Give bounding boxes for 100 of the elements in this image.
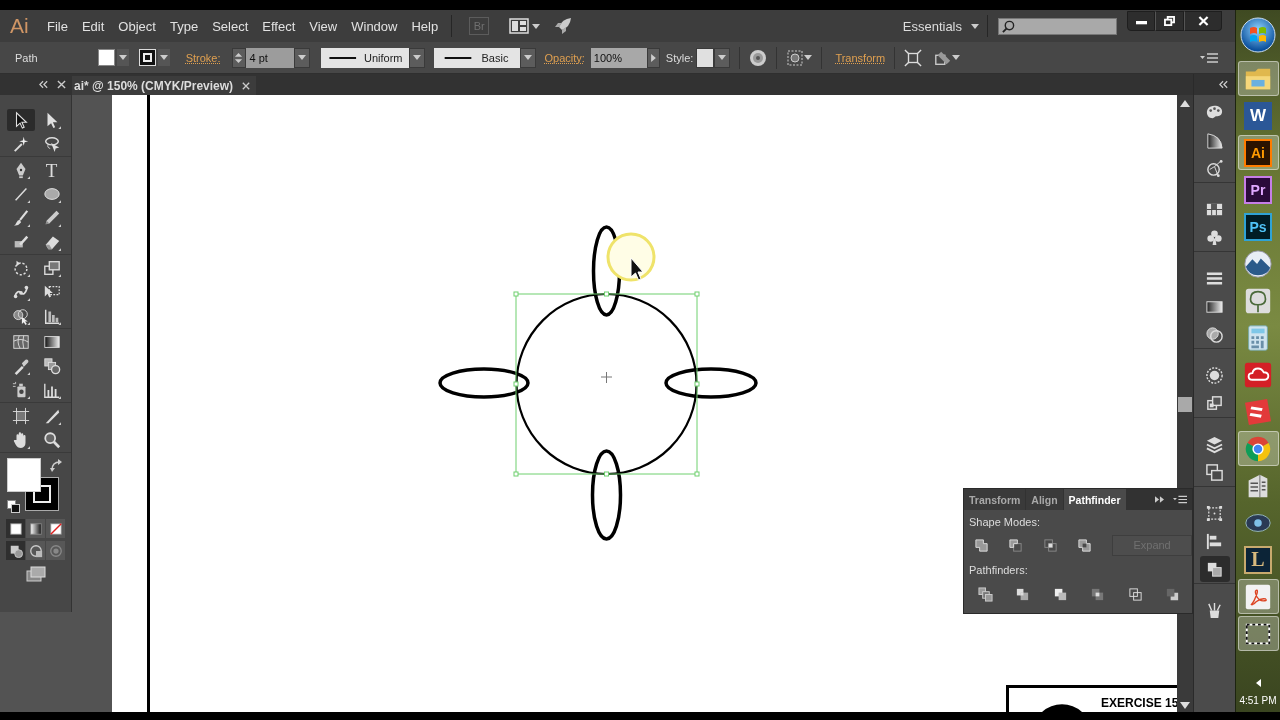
fill-swatch[interactable]: [97, 49, 115, 66]
window-layout-icon[interactable]: [509, 18, 530, 34]
menu-item[interactable]: Effect: [255, 14, 303, 38]
double-arrow-icon[interactable]: [1155, 496, 1164, 503]
artboards-icon: [1205, 462, 1224, 482]
globe-mountain-icon: [1243, 248, 1273, 279]
zoom-icon: [42, 431, 61, 449]
caret-icon[interactable]: [952, 55, 961, 60]
app-logo: Ps: [1244, 212, 1272, 241]
gradient-icon: [42, 333, 61, 351]
close-button[interactable]: [1184, 11, 1222, 31]
start-orb-icon: [1240, 17, 1276, 53]
caret-icon[interactable]: [532, 23, 541, 29]
dropdown-button[interactable]: [157, 49, 170, 66]
stepped-bars-icon: [42, 307, 61, 325]
stacked-windows-icon[interactable]: [24, 566, 47, 582]
stroke-weight-field[interactable]: 4 pt: [245, 47, 294, 68]
double-chevron-icon[interactable]: [39, 80, 48, 89]
club-icon: [1205, 227, 1224, 247]
menu-item[interactable]: View: [302, 14, 345, 38]
transform-link[interactable]: Transform: [835, 51, 886, 64]
opacity-field[interactable]: 100%: [590, 47, 647, 68]
blend-icon: [42, 357, 61, 375]
column-graph-icon: [42, 381, 61, 399]
caret-icon: [118, 55, 127, 60]
merged-squares-icon: [1052, 586, 1068, 602]
menu-item[interactable]: Edit: [74, 14, 112, 38]
caret-icon: [297, 55, 306, 60]
magic-wand-icon: [11, 135, 30, 153]
spinner-button[interactable]: [231, 47, 246, 68]
panel-tab[interactable]: Align: [1026, 489, 1063, 510]
menu-item[interactable]: Object: [111, 14, 163, 38]
merged-squares-icon: [973, 537, 989, 553]
menu-item[interactable]: Window: [344, 14, 405, 38]
scale-squares-icon: [42, 259, 61, 277]
mouse-pointer-icon: [606, 232, 656, 282]
dotted-circle-icon: [1205, 365, 1224, 385]
dropdown-button[interactable]: [714, 47, 731, 68]
corner-arrows-icon[interactable]: [904, 48, 923, 67]
artboard-icon: [11, 407, 30, 425]
stroke-link[interactable]: Stroke:: [185, 51, 221, 64]
minimize-button[interactable]: [1127, 11, 1155, 31]
color-mode-button[interactable]: [6, 519, 25, 538]
clock: 4:51 PM: [1239, 695, 1277, 706]
section-label: Pathfinders:: [969, 563, 1029, 577]
style-swatch[interactable]: [696, 47, 715, 68]
lasso-icon: [42, 135, 61, 153]
document-tab[interactable]: ai* @ 150% (CMYK/Preview): [72, 76, 257, 95]
taskbar-button[interactable]: [1237, 616, 1279, 651]
scroll-down-icon[interactable]: [1180, 702, 1190, 709]
menu-item[interactable]: Help: [404, 14, 446, 38]
dotted-frame-icon: [1205, 503, 1224, 523]
disc-icon[interactable]: [749, 48, 768, 67]
scrollbar-thumb[interactable]: [1178, 397, 1192, 412]
selection-bounding-box[interactable]: [513, 291, 700, 477]
close-icon[interactable]: [242, 81, 251, 90]
solid-square-icon: [8, 521, 23, 536]
app-logo: W: [1244, 101, 1272, 130]
tool-button[interactable]: T: [37, 159, 66, 181]
color-mode-button[interactable]: [26, 519, 45, 538]
caret-icon: [718, 55, 727, 60]
color-mode-button[interactable]: [46, 519, 65, 538]
panel-icon-button[interactable]: [1199, 556, 1230, 582]
caret-icon: [159, 55, 168, 60]
taskbar-button[interactable]: W: [1237, 98, 1279, 133]
close-icon[interactable]: [57, 80, 66, 89]
linked-circle-icon: [1205, 158, 1224, 178]
taskbar-button[interactable]: Ai: [1237, 135, 1279, 170]
dropdown-button[interactable]: [116, 49, 129, 66]
scroll-up-icon[interactable]: [1180, 100, 1190, 107]
taskbar-button[interactable]: Ps: [1237, 209, 1279, 244]
caret-icon[interactable]: [804, 55, 813, 60]
style-label: Style:: [665, 51, 694, 64]
restore-button[interactable]: [1155, 11, 1184, 31]
stroke-swatch[interactable]: [138, 49, 156, 66]
left-arrow-icon[interactable]: [1255, 679, 1261, 687]
menu-item[interactable]: Type: [162, 14, 206, 38]
menu-item[interactable]: File: [40, 14, 75, 38]
draw-mode-button[interactable]: [6, 541, 25, 560]
search-field[interactable]: [998, 17, 1117, 35]
rocket-icon[interactable]: [554, 17, 573, 35]
opacity-link[interactable]: Opacity:: [544, 51, 585, 64]
taskbar-button[interactable]: [1237, 61, 1279, 96]
taskbar-button[interactable]: Pr: [1237, 172, 1279, 207]
panel-tab[interactable]: Transform: [964, 489, 1026, 510]
taskbar-button[interactable]: L: [1237, 542, 1279, 577]
taskbar-button[interactable]: [1237, 579, 1279, 614]
right-arrow-icon: [650, 53, 656, 62]
dashed-square-icon[interactable]: [786, 48, 805, 67]
stroke-line-icon: [326, 56, 358, 59]
double-chevron-icon[interactable]: [1219, 80, 1228, 89]
tool-button[interactable]: [6, 109, 35, 131]
brush-dropdown[interactable]: Basic: [433, 47, 520, 68]
panel-tab[interactable]: Pathfinder: [1063, 489, 1126, 510]
draw-mode-button[interactable]: [26, 541, 45, 560]
menu-icon[interactable]: [1200, 52, 1218, 63]
stroke-profile-dropdown[interactable]: Uniform: [320, 47, 409, 68]
workspace-switcher[interactable]: Essentials: [900, 16, 981, 36]
menu-item[interactable]: Select: [205, 14, 256, 38]
menu-icon[interactable]: [1173, 495, 1187, 504]
